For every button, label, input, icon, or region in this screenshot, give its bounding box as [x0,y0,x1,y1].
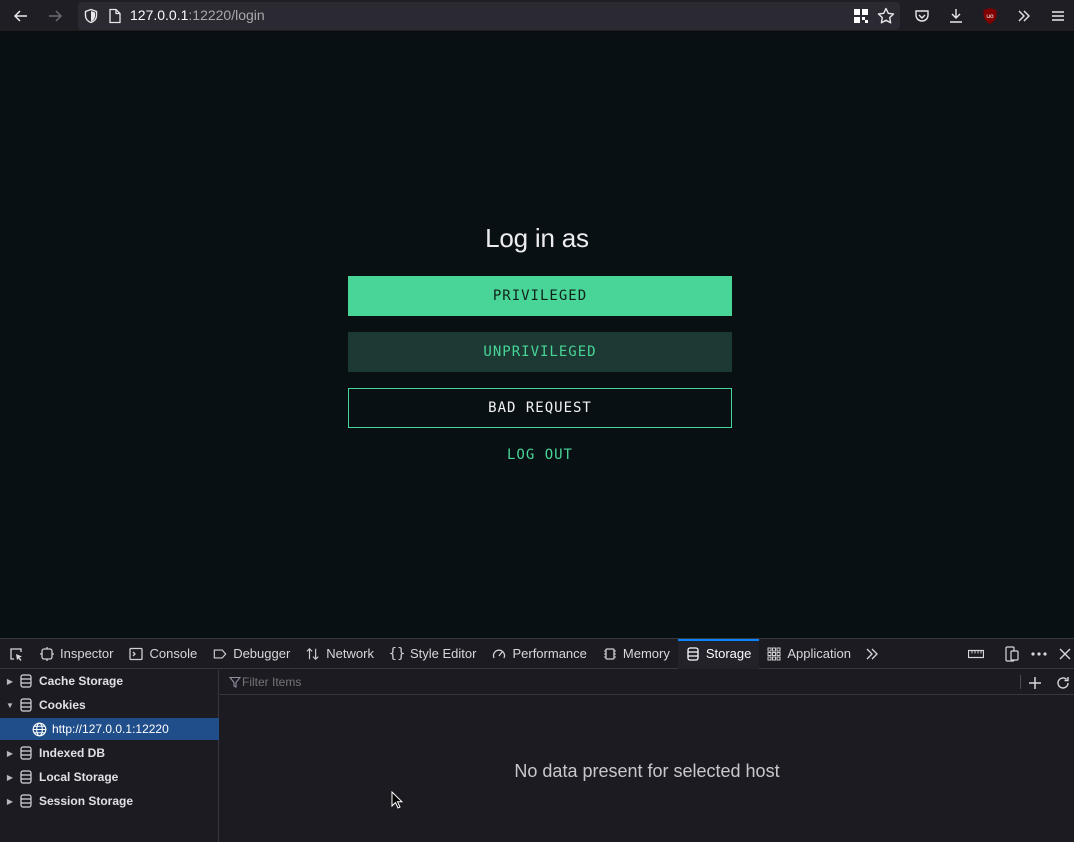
database-icon [19,770,33,784]
page-icon [109,8,121,24]
empty-state-message: No data present for selected host [514,761,780,781]
database-icon [19,794,33,808]
inspector-icon [40,646,54,661]
tab-label: Debugger [233,646,291,661]
storage-sidebar: ▶ Cache Storage ▼ Cookies http://127.0.0… [0,670,219,842]
privileged-button[interactable]: PRIVILEGED [348,276,732,316]
ruler-icon[interactable] [967,645,985,663]
hamburger-menu-icon[interactable] [1045,3,1071,29]
console-icon [129,647,144,661]
network-icon [306,647,320,661]
devtools-tabbar: Inspector Console Debugger Network {} St… [0,638,1074,669]
debugger-icon [213,647,227,661]
sidebar-item-label: http://127.0.0.1:12220 [52,722,169,736]
storage-icon [686,646,700,661]
sidebar-item-label: Session Storage [39,794,134,808]
more-tabs-button[interactable] [859,639,885,669]
ublock-origin-icon[interactable]: uo [977,3,1003,29]
application-icon [767,647,781,661]
url-host: 127.0.0.1 [130,7,189,23]
database-icon [19,746,33,760]
memory-icon [603,647,617,661]
tab-performance[interactable]: Performance [484,639,594,669]
svg-text:uo: uo [986,13,994,20]
browser-toolbar: 127.0.0.1:12220/login uo [0,0,1074,32]
forward-button[interactable] [42,3,68,29]
back-button[interactable] [8,3,34,29]
sidebar-item-label: Indexed DB [39,746,106,760]
sidebar-item-cache-storage[interactable]: ▶ Cache Storage [0,670,219,692]
page-viewport: Log in as PRIVILEGED UNPRIVILEGED BAD RE… [0,33,1074,638]
tab-application[interactable]: Application [759,639,859,669]
shield-icon [84,8,98,24]
refresh-icon[interactable] [1053,673,1073,693]
extensions-grid-icon[interactable] [853,8,869,24]
sidebar-item-label: Cache Storage [39,674,124,688]
bad-request-button[interactable]: BAD REQUEST [348,388,732,428]
tab-network[interactable]: Network [298,639,382,669]
sidebar-item-cookies[interactable]: ▼ Cookies [0,694,219,716]
url-path: :12220/login [188,7,265,23]
mouse-cursor-icon [391,791,403,809]
database-icon [19,698,33,712]
expanded-triangle-icon[interactable]: ▼ [5,701,15,710]
forward-arrow-icon [49,10,63,22]
overflow-menu-icon[interactable] [1030,645,1048,663]
back-arrow-icon [13,10,27,22]
tab-label: Style Editor [409,646,477,661]
tab-label: Network [326,646,374,661]
database-icon [19,674,33,688]
url-bar[interactable]: 127.0.0.1:12220/login [78,2,900,30]
downloads-icon[interactable] [943,3,969,29]
tab-label: Performance [512,646,587,661]
bookmark-star-icon[interactable] [877,7,895,25]
globe-icon [32,722,47,737]
collapsed-triangle-icon[interactable]: ▶ [5,749,15,758]
tab-label: Console [149,646,198,661]
sidebar-item-label: Cookies [39,698,86,712]
tab-memory[interactable]: Memory [595,639,678,669]
logout-button[interactable]: LOG OUT [348,436,732,474]
tab-style-editor[interactable]: {} Style Editor [382,639,484,669]
sidebar-item-local-storage[interactable]: ▶ Local Storage [0,766,219,788]
tab-storage[interactable]: Storage [677,638,760,669]
sidebar-item-session-storage[interactable]: ▶ Session Storage [0,790,219,812]
devtools-panel: Inspector Console Debugger Network {} St… [0,638,1074,842]
double-chevron-icon [866,648,878,659]
toolbar-divider [1020,675,1021,689]
page-title: Log in as [485,223,589,253]
add-item-icon[interactable] [1025,673,1045,693]
filter-bar [220,670,1074,695]
tab-console[interactable]: Console [121,639,205,669]
sidebar-item-indexed-db[interactable]: ▶ Indexed DB [0,742,219,764]
sidebar-item-label: Local Storage [39,770,119,784]
unprivileged-button[interactable]: UNPRIVILEGED [348,332,732,372]
style-editor-icon: {} [388,645,406,662]
collapsed-triangle-icon[interactable]: ▶ [5,773,15,782]
collapsed-triangle-icon[interactable]: ▶ [5,797,15,806]
pocket-icon[interactable] [909,3,935,29]
element-picker-button[interactable] [0,639,32,669]
tab-inspector[interactable]: Inspector [32,639,121,669]
tab-label: Application [787,646,851,661]
more-tools-chevron-icon[interactable] [1011,3,1037,29]
element-picker-icon [10,647,22,661]
filter-funnel-icon [229,676,241,688]
responsive-design-icon[interactable] [1003,645,1021,663]
tab-label: Inspector [60,646,114,661]
tab-label: Storage [705,646,752,661]
filter-items-input[interactable] [242,675,1002,689]
sidebar-item-cookie-host[interactable]: http://127.0.0.1:12220 [0,718,219,740]
performance-icon [492,647,506,661]
tab-debugger[interactable]: Debugger [205,639,298,669]
collapsed-triangle-icon[interactable]: ▶ [5,677,15,686]
tab-label: Memory [622,646,670,661]
close-devtools-icon[interactable] [1056,645,1074,663]
